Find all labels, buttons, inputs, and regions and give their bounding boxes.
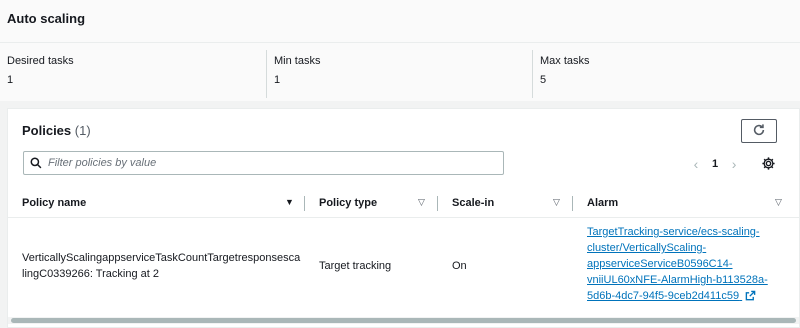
task-stats: Desired tasks 1 Min tasks 1 Max tasks 5 [0, 43, 800, 101]
policies-count: (1) [74, 123, 91, 138]
gear-icon[interactable] [761, 156, 776, 174]
stat-value: 1 [7, 74, 14, 86]
alarm-link[interactable]: TargetTracking-service/ecs-scaling- clus… [587, 226, 768, 302]
chevron-left-icon[interactable]: ‹ [690, 156, 702, 172]
sort-descending-icon[interactable]: ▼ [285, 197, 294, 207]
stat-desired-tasks: Desired tasks 1 [7, 55, 74, 86]
alarm-link-line: TargetTracking-service/ecs-scaling- [587, 226, 760, 238]
table-header: Policy name ▼ Policy type ▽ Scale-in ▽ A… [8, 188, 799, 218]
alarm-link-line: 5d6b-4dc7-94f5-9ceb2d411c59 [587, 290, 740, 302]
stat-min-tasks: Min tasks 1 [274, 55, 320, 86]
stat-label: Max tasks [540, 55, 590, 67]
column-policy-name[interactable]: Policy name [22, 197, 86, 209]
policy-type-cell: Target tracking [319, 260, 392, 272]
sort-icon[interactable]: ▽ [553, 197, 560, 208]
scale-in-cell: On [452, 260, 467, 272]
filter-policies-search [23, 151, 504, 175]
divider [532, 50, 533, 98]
column-divider [572, 196, 573, 211]
divider [266, 50, 267, 98]
column-scale-in[interactable]: Scale-in [452, 197, 494, 209]
refresh-button[interactable] [741, 119, 777, 143]
auto-scaling-header: Auto scaling [0, 0, 800, 43]
refresh-icon [752, 123, 766, 140]
horizontal-scrollbar[interactable] [8, 317, 799, 324]
table-row: VerticallyScalingappserviceTaskCountTarg… [8, 218, 799, 314]
policy-name-line: VerticallyScalingappserviceTaskCountTarg… [22, 252, 301, 264]
search-icon [30, 157, 42, 172]
sort-icon[interactable]: ▽ [418, 197, 425, 208]
policy-name-cell: VerticallyScalingappserviceTaskCountTarg… [22, 250, 307, 282]
search-input[interactable] [48, 155, 488, 171]
column-divider [304, 196, 305, 211]
column-alarm[interactable]: Alarm [587, 197, 618, 209]
policies-title-text: Policies [22, 123, 72, 138]
column-policy-type[interactable]: Policy type [319, 197, 377, 209]
alarm-link-line: appserviceServiceB0596C14- [587, 258, 733, 270]
policies-title: Policies (1) [22, 123, 91, 138]
stat-value: 1 [274, 74, 281, 86]
section-title: Auto scaling [7, 11, 86, 26]
policies-panel: Policies (1) ‹ 1 › Policy [7, 108, 800, 328]
stat-label: Desired tasks [7, 55, 74, 67]
stat-value: 5 [540, 74, 547, 86]
alarm-link-line: cluster/VerticallyScaling- [587, 242, 707, 254]
sort-icon[interactable]: ▽ [775, 197, 782, 208]
stat-max-tasks: Max tasks 5 [540, 55, 590, 86]
alarm-link-line: vniiUL60xNFE-AlarmHigh-b113528a- [587, 274, 768, 286]
scrollbar-thumb[interactable] [11, 318, 796, 323]
stat-label: Min tasks [274, 55, 321, 67]
pagination: ‹ 1 › [690, 156, 740, 172]
policy-name-line: lingC0339266: Tracking at 2 [22, 268, 159, 280]
external-link-icon[interactable] [745, 290, 756, 306]
column-divider [437, 196, 438, 211]
alarm-cell: TargetTracking-service/ecs-scaling- clus… [587, 224, 787, 306]
current-page[interactable]: 1 [712, 158, 718, 170]
chevron-right-icon[interactable]: › [728, 156, 740, 172]
